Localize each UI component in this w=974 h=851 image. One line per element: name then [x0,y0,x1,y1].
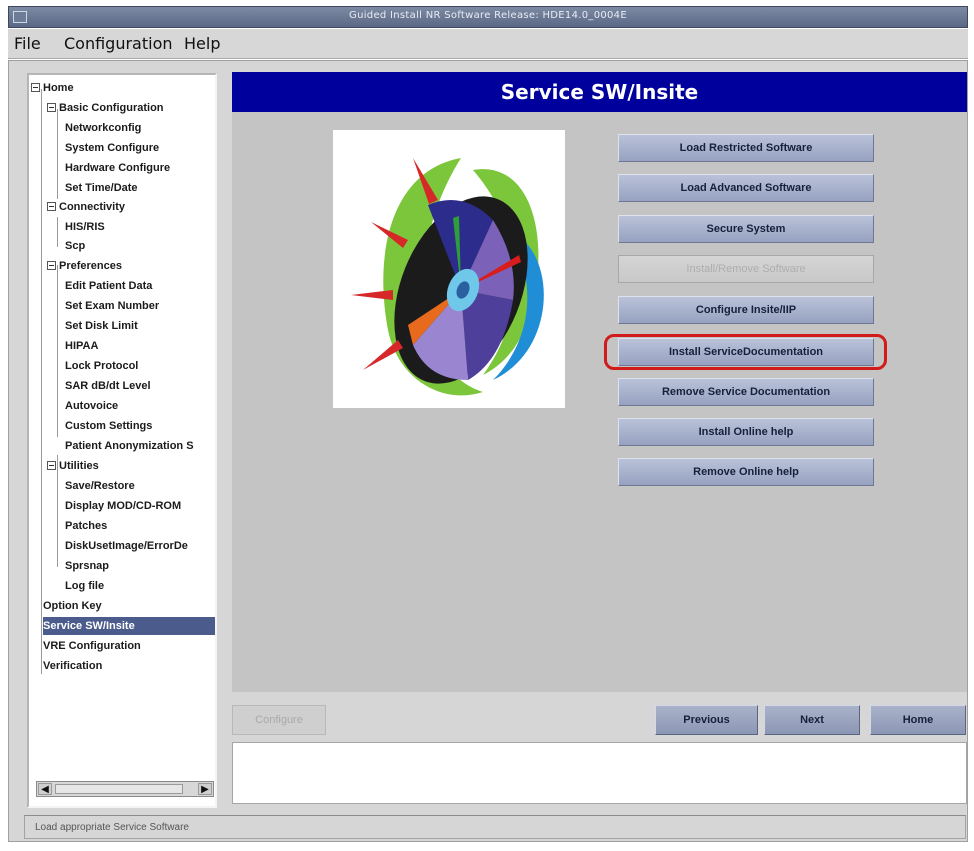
collapse-icon[interactable] [47,261,56,270]
menu-configuration[interactable]: Configuration [64,34,173,53]
tree-item-sprsnap[interactable]: Sprsnap [65,557,109,575]
tree-item-system-configure[interactable]: System Configure [65,139,159,157]
tree-item-hipaa[interactable]: HIPAA [65,337,98,355]
navigation-tree: Home Basic Configuration Networkconfig S… [27,73,217,808]
tree-item-save-restore[interactable]: Save/Restore [65,477,135,495]
tree-item-set-time-date[interactable]: Set Time/Date [65,179,138,197]
tree-horizontal-scrollbar[interactable]: ◀ ▶ [36,781,214,797]
window-titlebar: Guided Install NR Software Release: HDE1… [8,6,968,28]
secure-system-button[interactable]: Secure System [618,215,874,243]
home-button[interactable]: Home [870,705,966,735]
next-button[interactable]: Next [764,705,860,735]
install-remove-software-button[interactable]: Install/Remove Software [618,255,874,283]
tree-item-set-disk-limit[interactable]: Set Disk Limit [65,317,138,335]
tree-item-log-file[interactable]: Log file [65,577,104,595]
page-header: Service SW/Insite [232,72,967,112]
tree-item-sar-level[interactable]: SAR dB/dt Level [65,377,151,395]
tree-item-patient-anonymization[interactable]: Patient Anonymization S [65,437,194,455]
tree-item-his-ris[interactable]: HIS/RIS [65,218,105,236]
tree-item-autovoice[interactable]: Autovoice [65,397,118,415]
tree-node-preferences[interactable]: Preferences [47,257,122,275]
load-advanced-software-button[interactable]: Load Advanced Software [618,174,874,202]
tree-item-vre-configuration[interactable]: VRE Configuration [43,637,141,655]
tree-item-networkconfig[interactable]: Networkconfig [65,119,141,137]
collapse-icon[interactable] [47,103,56,112]
tree-item-hardware-configure[interactable]: Hardware Configure [65,159,170,177]
tree-item-lock-protocol[interactable]: Lock Protocol [65,357,138,375]
menu-file[interactable]: File [14,34,41,53]
collapse-icon[interactable] [31,83,40,92]
configure-button[interactable]: Configure [232,705,326,735]
tree-node-home[interactable]: Home [31,79,74,97]
previous-button[interactable]: Previous [655,705,758,735]
load-restricted-software-button[interactable]: Load Restricted Software [618,134,874,162]
page-title: Service SW/Insite [500,80,699,104]
tree-item-edit-patient-data[interactable]: Edit Patient Data [65,277,152,295]
tree-item-verification[interactable]: Verification [43,657,102,675]
tree-item-scp[interactable]: Scp [65,237,85,255]
tree-node-connectivity[interactable]: Connectivity [47,198,125,216]
tree-item-disk-usage[interactable]: DiskUsetImage/ErrorDe [65,537,188,555]
tree-item-patches[interactable]: Patches [65,517,107,535]
tree-node-basic-configuration[interactable]: Basic Configuration [47,99,164,117]
tree-item-custom-settings[interactable]: Custom Settings [65,417,152,435]
scroll-thumb[interactable] [55,784,183,794]
collapse-icon[interactable] [47,461,56,470]
configure-insite-button[interactable]: Configure Insite/IIP [618,296,874,324]
scroll-right-icon[interactable]: ▶ [198,783,212,795]
tree-node-utilities[interactable]: Utilities [47,457,99,475]
remove-service-documentation-button[interactable]: Remove Service Documentation [618,378,874,406]
window-title: Guided Install NR Software Release: HDE1… [349,10,627,21]
menu-help[interactable]: Help [184,34,220,53]
collapse-icon[interactable] [47,202,56,211]
tree-item-display-mod[interactable]: Display MOD/CD-ROM [65,497,181,515]
menu-bar: File Configuration Help [8,29,968,59]
tree-item-set-exam-number[interactable]: Set Exam Number [65,297,159,315]
status-text: Load appropriate Service Software [35,822,189,833]
cd-disc-icon [333,130,565,408]
message-area [232,742,967,804]
scroll-left-icon[interactable]: ◀ [38,783,52,795]
install-online-help-button[interactable]: Install Online help [618,418,874,446]
tree-item-option-key[interactable]: Option Key [43,597,102,615]
remove-online-help-button[interactable]: Remove Online help [618,458,874,486]
tree-item-service-sw-insite[interactable]: Service SW/Insite [43,617,215,635]
status-bar: Load appropriate Service Software [24,815,966,839]
highlight-ring [604,334,887,370]
